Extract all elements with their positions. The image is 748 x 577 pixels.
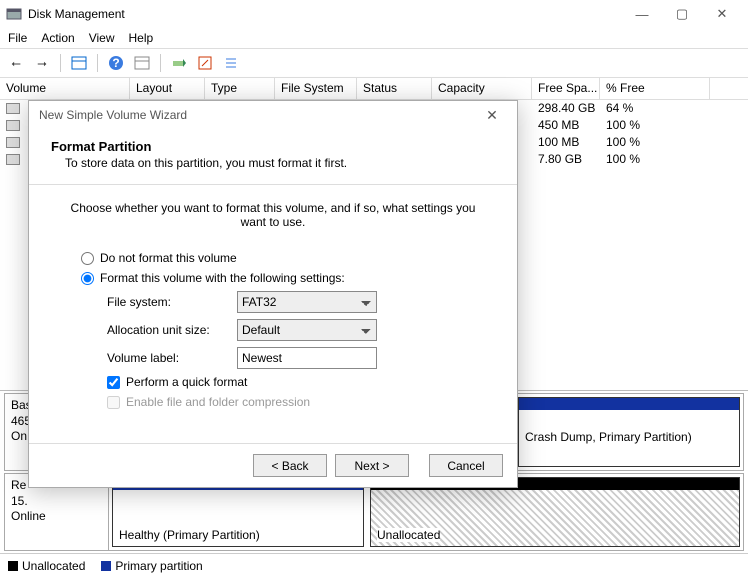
cell-free: 298.40 GB [532, 100, 600, 117]
separator [160, 54, 161, 72]
cell-free: 450 MB [532, 117, 600, 134]
forward-icon[interactable]: ⭢ [32, 53, 52, 73]
help-icon[interactable]: ? [106, 53, 126, 73]
col-type[interactable]: Type [205, 78, 275, 99]
volume-icon [6, 103, 20, 114]
legend-unallocated: Unallocated [8, 559, 85, 573]
new-simple-volume-wizard: New Simple Volume Wizard ✕ Format Partit… [28, 100, 518, 488]
wizard-intro: Choose whether you want to format this v… [59, 201, 487, 229]
quick-format-checkbox[interactable] [107, 376, 120, 389]
partition-status: Crash Dump, Primary Partition) [525, 430, 692, 444]
col-layout[interactable]: Layout [130, 78, 205, 99]
cell-pct: 100 % [600, 117, 710, 134]
wizard-body: Choose whether you want to format this v… [29, 185, 517, 431]
list-icon[interactable] [221, 53, 241, 73]
col-pctfree[interactable]: % Free [600, 78, 710, 99]
close-icon[interactable]: ✕ [477, 102, 507, 128]
back-button[interactable]: < Back [253, 454, 327, 477]
partition-status: Unallocated [377, 528, 440, 542]
legend-primary: Primary partition [101, 559, 202, 573]
volume-label-label: Volume label: [107, 351, 237, 365]
window-title: Disk Management [28, 7, 622, 21]
volume-icon [6, 137, 20, 148]
cell-free: 100 MB [532, 134, 600, 151]
radio-format[interactable] [81, 272, 94, 285]
wizard-title: New Simple Volume Wizard [39, 108, 187, 122]
col-volume[interactable]: Volume [0, 78, 130, 99]
legend: Unallocated Primary partition [0, 553, 748, 577]
settings-icon[interactable] [132, 53, 152, 73]
next-button[interactable]: Next > [335, 454, 409, 477]
volume-icon [6, 154, 20, 165]
cell-pct: 64 % [600, 100, 710, 117]
volume-grid-header: Volume Layout Type File System Status Ca… [0, 78, 748, 100]
allocation-select[interactable]: Default [237, 319, 377, 341]
col-capacity[interactable]: Capacity [432, 78, 532, 99]
partition-status: Healthy (Primary Partition) [119, 528, 260, 542]
menu-action[interactable]: Action [41, 31, 74, 45]
separator [97, 54, 98, 72]
cell-pct: 100 % [600, 151, 710, 168]
compression-checkbox [107, 396, 120, 409]
minimize-button[interactable]: — [622, 1, 662, 27]
properties-icon[interactable] [195, 53, 215, 73]
window-controls: — ▢ ✕ [622, 1, 742, 27]
wizard-subheading: To store data on this partition, you mus… [65, 156, 495, 170]
separator [60, 54, 61, 72]
menu-view[interactable]: View [89, 31, 115, 45]
menu-bar: File Action View Help [0, 28, 748, 48]
wizard-heading: Format Partition [51, 139, 495, 154]
close-button[interactable]: ✕ [702, 1, 742, 27]
col-status[interactable]: Status [357, 78, 432, 99]
svg-text:?: ? [112, 56, 119, 70]
cell-pct: 100 % [600, 134, 710, 151]
col-filesystem[interactable]: File System [275, 78, 357, 99]
app-icon [6, 6, 22, 22]
allocation-label: Allocation unit size: [107, 323, 237, 337]
refresh-icon[interactable] [169, 53, 189, 73]
partition-block[interactable]: Crash Dump, Primary Partition) [518, 397, 740, 467]
radio-do-not-format-label: Do not format this volume [100, 251, 237, 265]
file-system-select[interactable]: FAT32 [237, 291, 377, 313]
cell-free: 7.80 GB [532, 151, 600, 168]
toolbar: ⭠ ⭢ ? [0, 48, 748, 78]
wizard-titlebar: New Simple Volume Wizard ✕ [29, 101, 517, 129]
wizard-footer: < Back Next > Cancel [29, 443, 517, 487]
menu-help[interactable]: Help [129, 31, 154, 45]
disk-size: 15. [11, 494, 102, 510]
radio-format-label: Format this volume with the following se… [100, 271, 345, 285]
file-system-label: File system: [107, 295, 237, 309]
show-hide-icon[interactable] [69, 53, 89, 73]
volume-label-input[interactable] [237, 347, 377, 369]
maximize-button[interactable]: ▢ [662, 1, 702, 27]
compression-label: Enable file and folder compression [126, 395, 310, 409]
cancel-button[interactable]: Cancel [429, 454, 503, 477]
radio-do-not-format[interactable] [81, 252, 94, 265]
quick-format-label: Perform a quick format [126, 375, 247, 389]
disk-status: Online [11, 509, 102, 525]
title-bar: Disk Management — ▢ ✕ [0, 0, 748, 28]
col-freespace[interactable]: Free Spa... [532, 78, 600, 99]
menu-file[interactable]: File [8, 31, 27, 45]
wizard-header: Format Partition To store data on this p… [29, 129, 517, 185]
back-icon[interactable]: ⭠ [6, 53, 26, 73]
volume-icon [6, 120, 20, 131]
